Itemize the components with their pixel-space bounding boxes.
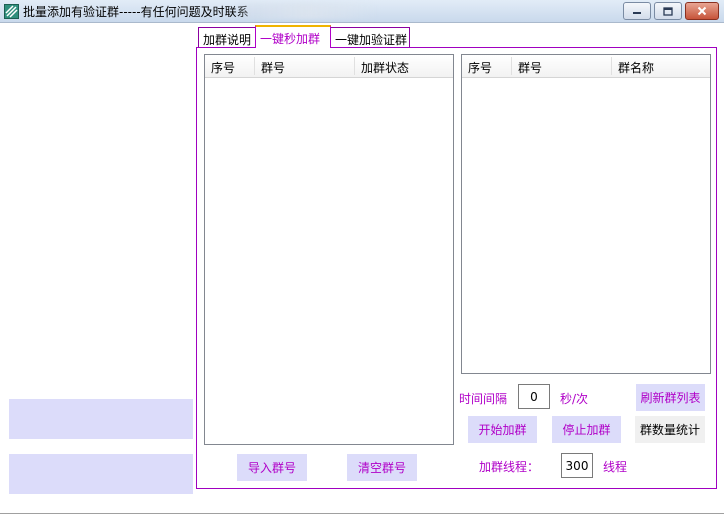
left-panel-block xyxy=(9,399,193,439)
group-name-list[interactable]: 序号 群号 群名称 xyxy=(461,54,711,374)
bottom-divider xyxy=(0,513,724,514)
import-group-ids-button[interactable]: 导入群号 xyxy=(237,454,307,481)
threads-input[interactable] xyxy=(561,453,593,478)
column-header-index[interactable]: 序号 xyxy=(468,59,492,76)
interval-unit-label: 秒/次 xyxy=(560,392,589,406)
threads-unit-label: 线程 xyxy=(603,460,628,474)
start-join-button[interactable]: 开始加群 xyxy=(468,416,537,443)
group-status-list[interactable]: 序号 群号 加群状态 xyxy=(204,54,454,445)
minimize-button[interactable] xyxy=(623,2,651,20)
list-header: 序号 群号 群名称 xyxy=(462,55,710,78)
maximize-button[interactable] xyxy=(654,2,682,20)
group-count-stats-button[interactable]: 群数量统计 xyxy=(635,416,705,443)
tab-verify-join[interactable]: 一键加验证群 xyxy=(330,27,410,47)
tab-help[interactable]: 加群说明 xyxy=(198,27,256,47)
column-header-group-name[interactable]: 群名称 xyxy=(618,59,654,76)
interval-label: 时间间隔 xyxy=(459,392,508,406)
stop-join-button[interactable]: 停止加群 xyxy=(552,416,621,443)
interval-input[interactable] xyxy=(518,384,550,409)
app-stripes-icon xyxy=(4,4,19,19)
threads-label: 加群线程： xyxy=(479,460,540,474)
clear-group-ids-button[interactable]: 清空群号 xyxy=(347,454,417,481)
column-header-group-id[interactable]: 群号 xyxy=(518,59,542,76)
column-header-group-id[interactable]: 群号 xyxy=(261,59,285,76)
window-title: 批量添加有验证群-----有任何问题及时联系 xyxy=(23,5,249,19)
minimize-icon xyxy=(633,12,641,14)
column-header-index[interactable]: 序号 xyxy=(211,59,235,76)
column-header-status[interactable]: 加群状态 xyxy=(361,59,409,76)
close-icon xyxy=(697,6,707,16)
refresh-group-list-button[interactable]: 刷新群列表 xyxy=(636,384,705,411)
close-button[interactable] xyxy=(685,2,719,20)
tab-quick-join[interactable]: 一键秒加群 xyxy=(255,25,331,48)
maximize-icon xyxy=(663,6,673,16)
list-header: 序号 群号 加群状态 xyxy=(205,55,453,78)
title-blur-overlay xyxy=(238,3,378,19)
left-panel-block xyxy=(9,454,193,494)
